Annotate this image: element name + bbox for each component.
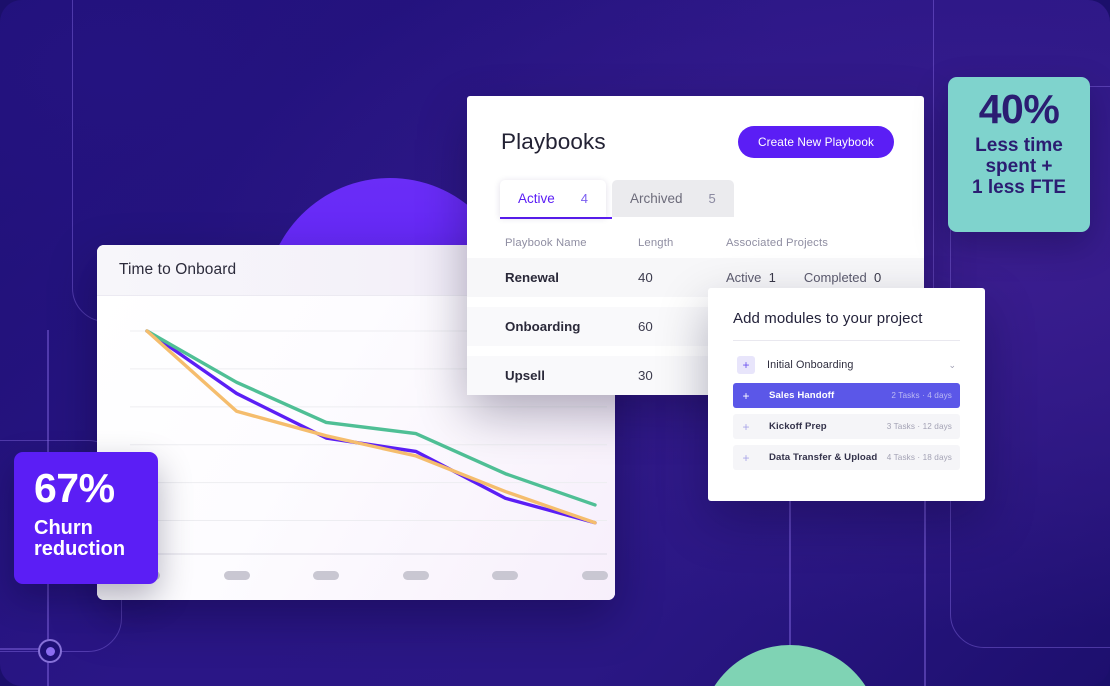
modules-title: Add modules to your project bbox=[733, 310, 923, 327]
tab-archived-count: 5 bbox=[708, 191, 716, 206]
row-completed-label: Completed bbox=[803, 270, 867, 285]
playbooks-header: Playbooks Create New Playbook bbox=[467, 96, 924, 158]
col-playbook-name: Playbook Name bbox=[505, 237, 587, 249]
col-associated-projects: Associated Projects bbox=[726, 237, 829, 249]
module-item-meta: 3 Tasks · 12 days bbox=[886, 422, 952, 431]
chevron-down-icon[interactable]: ⌄ bbox=[948, 360, 956, 371]
row-name: Upsell bbox=[505, 368, 545, 383]
plus-icon[interactable]: + bbox=[737, 449, 755, 467]
module-item-meta: 4 Tasks · 18 days bbox=[886, 453, 952, 462]
page-title: Playbooks bbox=[501, 129, 606, 154]
tab-archived[interactable]: Archived 5 bbox=[612, 180, 734, 217]
x-axis-tick-placeholder bbox=[582, 571, 608, 580]
module-item-label: Data Transfer & Upload bbox=[769, 452, 878, 463]
deco-node-circle bbox=[38, 639, 62, 663]
module-item-sales-handoff[interactable]: + Sales Handoff 2 Tasks · 4 days bbox=[733, 383, 960, 408]
module-item-data-transfer-upload[interactable]: + Data Transfer & Upload 4 Tasks · 18 da… bbox=[733, 445, 960, 470]
module-item-label: Kickoff Prep bbox=[769, 421, 827, 432]
module-item-kickoff-prep[interactable]: + Kickoff Prep 3 Tasks · 12 days bbox=[733, 414, 960, 439]
col-length: Length bbox=[638, 237, 674, 249]
row-active-label: Active bbox=[726, 270, 762, 285]
deco-green-circle bbox=[700, 645, 880, 686]
plus-icon[interactable]: + bbox=[737, 387, 755, 405]
deco-hline-1 bbox=[0, 648, 48, 650]
modules-list: + Initial Onboarding ⌄ + Sales Handoff 2… bbox=[708, 341, 985, 470]
tab-active-count: 4 bbox=[580, 191, 588, 206]
plus-icon[interactable]: + bbox=[737, 418, 755, 436]
add-modules-panel: Add modules to your project + Initial On… bbox=[708, 288, 985, 501]
stat-badge-time: 40% Less time spent + 1 less FTE bbox=[948, 77, 1090, 232]
table-header-row: Playbook Name Length Associated Projects bbox=[467, 231, 924, 258]
tab-archived-label: Archived bbox=[630, 191, 683, 206]
deco-vline-2 bbox=[789, 500, 791, 686]
x-axis-tick-placeholder bbox=[492, 571, 519, 580]
module-item-meta: 2 Tasks · 4 days bbox=[891, 391, 952, 400]
module-item-label: Sales Handoff bbox=[769, 390, 835, 401]
row-active-count: 1 bbox=[768, 270, 776, 285]
plus-icon[interactable]: + bbox=[737, 356, 755, 374]
module-group-label: Initial Onboarding bbox=[767, 359, 854, 371]
module-group-initial-onboarding[interactable]: + Initial Onboarding ⌄ bbox=[733, 351, 960, 379]
row-name: Onboarding bbox=[505, 319, 581, 334]
x-axis-tick-placeholder bbox=[402, 571, 429, 580]
tab-active-underline bbox=[500, 217, 612, 219]
stat-label: Less time spent + 1 less FTE bbox=[972, 135, 1066, 198]
stat-badge-churn: 67% Churn reduction bbox=[14, 452, 158, 584]
stat-label: Churn reduction bbox=[34, 517, 126, 561]
tab-active[interactable]: Active 4 bbox=[500, 180, 606, 217]
x-axis-tick-placeholder bbox=[313, 571, 340, 580]
row-completed-count: 0 bbox=[873, 270, 882, 285]
create-new-playbook-button[interactable]: Create New Playbook bbox=[738, 126, 894, 158]
stat-value: 40% bbox=[978, 86, 1060, 132]
deco-vline-3 bbox=[924, 476, 926, 686]
stat-value: 67% bbox=[34, 465, 115, 511]
row-name: Renewal bbox=[505, 270, 559, 285]
x-axis-tick-placeholder bbox=[223, 571, 250, 580]
playbooks-tabs: Active 4 Archived 5 bbox=[500, 180, 924, 217]
chart-title: Time to Onboard bbox=[119, 261, 237, 278]
promo-illustration: Time to Onboard Playbooks Create New Pla… bbox=[0, 0, 1110, 686]
tab-active-label: Active bbox=[518, 191, 555, 206]
